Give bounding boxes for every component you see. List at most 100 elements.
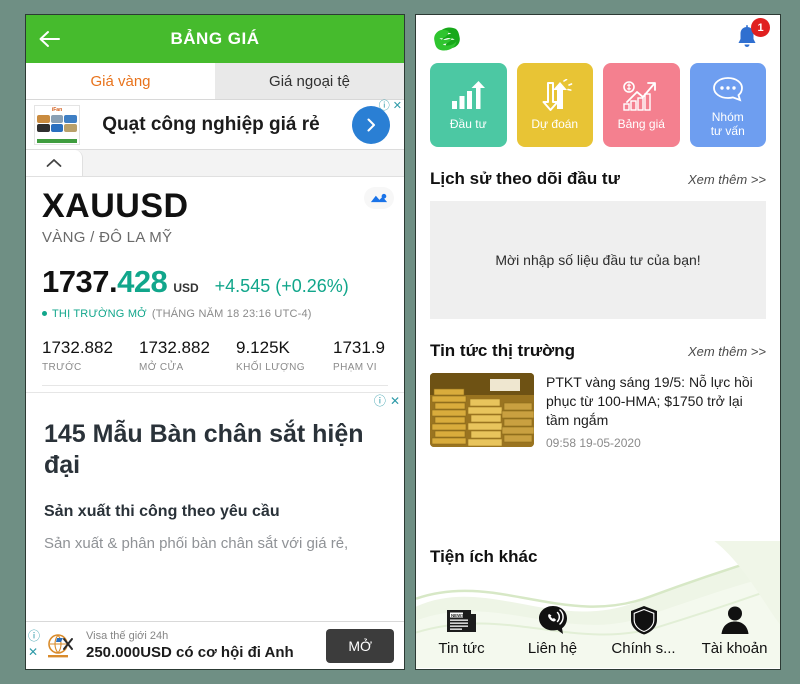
ad-brand-label: iFan bbox=[51, 106, 63, 113]
news-timestamp: 09:58 19-05-2020 bbox=[546, 435, 641, 450]
stat-previous: 1732.882 TRƯỚC bbox=[42, 338, 139, 373]
ad-corner-controls: ⓘ ✕ bbox=[379, 101, 402, 112]
close-icon[interactable]: ✕ bbox=[393, 101, 402, 112]
chevron-up-icon bbox=[46, 159, 62, 167]
bottom-ad-logo bbox=[44, 631, 78, 661]
stat-label: KHỐI LƯỢNG bbox=[236, 361, 305, 373]
page-title: BẢNG GIÁ bbox=[170, 29, 260, 48]
close-icon[interactable]: ✕ bbox=[28, 646, 40, 658]
info-icon[interactable]: ⓘ bbox=[374, 395, 386, 407]
arrow-down-up-icon bbox=[536, 78, 574, 114]
back-button[interactable] bbox=[26, 29, 72, 49]
close-icon[interactable]: ✕ bbox=[390, 395, 400, 407]
quote-symbol: XAUUSD bbox=[42, 187, 189, 225]
stat-label: TRƯỚC bbox=[42, 361, 82, 373]
price-chart-icon bbox=[621, 78, 661, 114]
news-see-more-link[interactable]: Xem thêm >> bbox=[688, 344, 766, 359]
tile-invest[interactable]: Đầu tư bbox=[430, 63, 507, 147]
shield-icon bbox=[629, 598, 659, 636]
stat-range: 1731.9 PHẠM VI bbox=[333, 338, 404, 373]
utility-contact-label: Liên hệ bbox=[527, 640, 578, 657]
bottom-ad-text: Visa thế giới 24h 250.000USD có cơ hội đ… bbox=[86, 630, 326, 661]
market-status-time: (THÁNG NĂM 18 23:16 UTC-4) bbox=[151, 307, 312, 320]
market-status-dot bbox=[42, 311, 47, 317]
utility-policy[interactable]: Chính s... bbox=[598, 598, 689, 657]
price-tabs: Giá vàng Giá ngoại tệ bbox=[26, 63, 404, 100]
top-ad-banner[interactable]: iFan Quạt công nghiệp giá rẻ ⓘ ✕ bbox=[26, 100, 404, 150]
price-decimal: 428 bbox=[117, 263, 168, 299]
inline-ad-block[interactable]: ⓘ ✕ 145 Mẫu Bàn chân sắt hiện đại Sản xu… bbox=[26, 391, 404, 555]
market-status-text: THỊ TRƯỜNG MỞ bbox=[52, 307, 147, 320]
ad-thumb-grid bbox=[37, 114, 77, 132]
news-thumbnail bbox=[430, 373, 534, 447]
home-header: 1 bbox=[416, 15, 780, 63]
tile-price-board-label: Bảng giá bbox=[617, 117, 665, 132]
ad-advertiser-logo: iFan bbox=[34, 104, 80, 145]
phone-chat-icon bbox=[536, 598, 570, 636]
market-status-line: THỊ TRƯỜNG MỞ (THÁNG NĂM 18 23:16 UTC-4) bbox=[42, 308, 388, 320]
price-change: +4.545 (+0.26%) bbox=[214, 275, 349, 296]
price-row: 1737. 428 USD +4.545 (+0.26%) bbox=[42, 264, 388, 300]
newspaper-icon: NEWS bbox=[445, 598, 479, 636]
tile-advisory-group[interactable]: Nhóm tư vấn bbox=[689, 63, 766, 147]
utilities-section-title: Tiện ích khác bbox=[430, 547, 538, 566]
collapse-toggle-button[interactable] bbox=[26, 150, 83, 176]
mountain-chart-icon bbox=[370, 193, 388, 202]
stat-value: 1732.882 bbox=[139, 337, 210, 357]
tab-forex-price[interactable]: Giá ngoại tệ bbox=[215, 63, 404, 99]
chart-badge-button[interactable] bbox=[364, 187, 394, 209]
utilities-row: NEWS Tin tức Liên hệ Chính s... Tài khoả… bbox=[416, 598, 780, 657]
quote-block: XAUUSD VÀNG / ĐÔ LA MỸ 1737. 428 USD +4.… bbox=[26, 177, 404, 392]
feature-tiles: Đầu tư Dự đoán Bảng giá Nhóm tư vấn bbox=[416, 63, 780, 147]
news-list-item[interactable]: PTKT vàng sáng 19/5: Nỗ lực hồi phục từ … bbox=[416, 361, 780, 450]
bottom-ad-bar[interactable]: ⓘ ✕ Visa thế giới 24h 250.000USD có cơ h… bbox=[26, 621, 404, 669]
utility-news-label: Tin tức bbox=[438, 640, 485, 657]
price-currency: USD bbox=[173, 280, 199, 295]
tile-price-board[interactable]: Bảng giá bbox=[603, 63, 680, 147]
history-empty-message: Mời nhập số liệu đầu tư của bạn! bbox=[495, 252, 701, 268]
utility-news[interactable]: NEWS Tin tức bbox=[416, 598, 507, 657]
history-see-more-link[interactable]: Xem thêm >> bbox=[688, 172, 766, 187]
tab-gold-price[interactable]: Giá vàng bbox=[26, 63, 215, 99]
stat-label: PHẠM VI bbox=[333, 361, 377, 373]
chat-bubble-icon bbox=[711, 71, 745, 107]
news-section-title: Tin tức thị trường bbox=[430, 341, 575, 360]
ad-logo-strip bbox=[37, 138, 77, 143]
news-text: PTKT vàng sáng 19/5: Nỗ lực hồi phục từ … bbox=[546, 373, 766, 450]
app-logo-icon bbox=[434, 27, 460, 51]
notifications-button[interactable]: 1 bbox=[732, 18, 770, 56]
utility-policy-label: Chính s... bbox=[611, 640, 676, 657]
utility-account[interactable]: Tài khoản bbox=[689, 598, 780, 657]
globe-plane-icon bbox=[48, 633, 73, 657]
tab-gold-price-label: Giá vàng bbox=[90, 72, 151, 90]
utility-contact[interactable]: Liên hệ bbox=[507, 598, 598, 657]
tile-advisory-group-label: Nhóm tư vấn bbox=[710, 110, 745, 138]
history-empty-placeholder: Mời nhập số liệu đầu tư của bạn! bbox=[430, 201, 766, 319]
tile-forecast[interactable]: Dự đoán bbox=[516, 63, 593, 147]
utility-account-label: Tài khoản bbox=[701, 640, 768, 657]
gold-bars-image bbox=[430, 373, 534, 447]
info-icon[interactable]: ⓘ bbox=[379, 101, 390, 112]
inline-ad-body: Sản xuất & phân phối bàn chân sắt với gi… bbox=[44, 535, 349, 553]
stat-open: 1732.882 MỞ CỬA bbox=[139, 338, 236, 373]
history-section-title: Lịch sử theo dõi đầu tư bbox=[430, 169, 620, 188]
stat-volume: 9.125K KHỐI LƯỢNG bbox=[236, 338, 333, 373]
user-icon bbox=[720, 598, 750, 636]
quote-description: VÀNG / ĐÔ LA MỸ bbox=[42, 228, 173, 246]
tile-invest-label: Đầu tư bbox=[449, 117, 487, 132]
notification-badge: 1 bbox=[751, 18, 770, 37]
history-section-header: Lịch sử theo dõi đầu tư Xem thêm >> bbox=[416, 169, 780, 189]
bar-chart-up-icon bbox=[449, 78, 487, 114]
left-phone-panel: BẢNG GIÁ Giá vàng Giá ngoại tệ iFan Quạt… bbox=[25, 14, 405, 670]
utilities-section: Tiện ích khác NEWS Tin tức Liên hệ Chính… bbox=[416, 541, 780, 669]
bottom-ad-line1: Visa thế giới 24h bbox=[86, 630, 169, 642]
collapse-row bbox=[26, 150, 404, 177]
info-icon[interactable]: ⓘ bbox=[28, 630, 40, 642]
tab-forex-price-label: Giá ngoại tệ bbox=[269, 72, 350, 90]
bottom-ad-open-button[interactable]: MỞ bbox=[326, 628, 394, 663]
bottom-ad-line2: 250.000USD có cơ hội đi Anh bbox=[86, 644, 294, 661]
stat-value: 1732.882 bbox=[42, 337, 113, 357]
inline-ad-title: 145 Mẫu Bàn chân sắt hiện đại bbox=[44, 419, 364, 479]
bottom-ad-controls: ⓘ ✕ bbox=[28, 630, 40, 658]
screenshot-root: BẢNG GIÁ Giá vàng Giá ngoại tệ iFan Quạt… bbox=[0, 0, 800, 684]
